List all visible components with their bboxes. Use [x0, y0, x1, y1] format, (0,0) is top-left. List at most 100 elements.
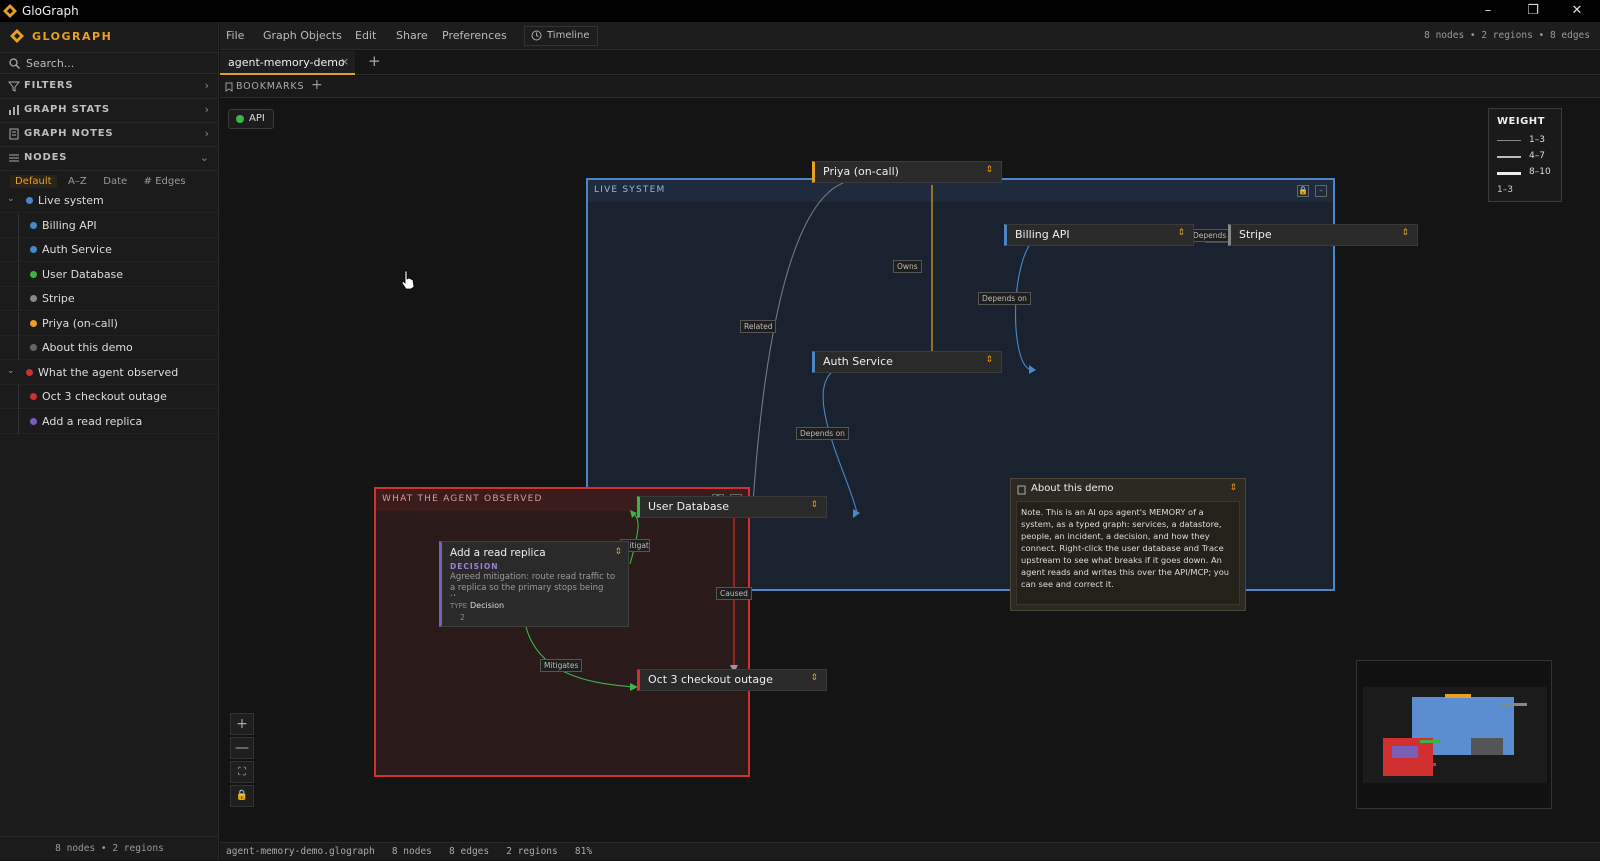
tree-item[interactable]: Auth Service: [0, 238, 219, 262]
node-stripe[interactable]: Stripe ⇕: [1228, 224, 1418, 246]
tree-item[interactable]: Oct 3 checkout outage: [0, 385, 219, 409]
pin-icon[interactable]: ⇕: [1177, 228, 1185, 238]
color-dot-icon: [30, 344, 37, 351]
legend-line: [1497, 140, 1521, 141]
menu-preferences[interactable]: Preferences: [442, 29, 507, 42]
card-body: Agreed mitigation: route read traffic to…: [450, 572, 616, 596]
new-tab-button[interactable]: +: [368, 52, 381, 70]
minimize-button[interactable]: –: [1473, 2, 1503, 20]
pin-icon[interactable]: ⇕: [1229, 483, 1237, 493]
section-nodes[interactable]: NODES ⌄: [0, 147, 219, 171]
section-graph-notes[interactable]: GRAPH NOTES ›: [0, 123, 219, 147]
note-icon: [1017, 485, 1026, 495]
zoom-out-button[interactable]: —: [230, 737, 254, 759]
legend-row-label: 8–10: [1529, 167, 1551, 177]
pin-icon[interactable]: ⇕: [985, 355, 993, 365]
sort-default[interactable]: Default: [10, 175, 57, 188]
tree-item[interactable]: User Database: [0, 262, 219, 287]
close-window-button[interactable]: ✕: [1562, 2, 1592, 20]
restore-button[interactable]: ❐: [1518, 2, 1548, 20]
hand-cursor-icon: [401, 270, 415, 290]
status-text: agent-memory-demo.glograph 8 nodes 8 edg…: [226, 846, 593, 857]
fit-view-button[interactable]: ⛶: [230, 761, 254, 783]
pin-icon[interactable]: ⇕: [614, 547, 622, 557]
note-card-about-demo[interactable]: About this demo ⇕ Note. This is an AI op…: [1010, 478, 1246, 611]
node-priya[interactable]: Priya (on-call) ⇕: [812, 161, 1002, 183]
chevron-down-icon[interactable]: ⌄: [7, 194, 15, 204]
pin-icon[interactable]: ⇕: [810, 500, 818, 510]
legend-footer: 1–3: [1497, 185, 1513, 195]
chevron-right-icon: ›: [204, 103, 209, 116]
bar-chart-icon: [9, 105, 19, 115]
legend-line: [1497, 156, 1521, 158]
node-auth-service[interactable]: Auth Service ⇕: [812, 351, 1002, 373]
arrow-icon: [1029, 365, 1036, 374]
color-dot-icon: [30, 246, 37, 253]
tree-item[interactable]: ⌄ What the agent observed: [0, 361, 219, 385]
tree-item[interactable]: ⌄ Live system: [0, 189, 219, 213]
tree-item-label: Priya (on-call): [42, 316, 118, 330]
decision-card[interactable]: Add a read replica ⇕ DECISION Agreed mit…: [439, 541, 629, 627]
tree-item[interactable]: Stripe: [0, 287, 219, 311]
sidebar-footer: 8 nodes • 2 regions: [0, 836, 219, 860]
pin-icon[interactable]: ⇕: [1401, 228, 1409, 238]
lock-canvas-button[interactable]: 🔒: [230, 785, 254, 807]
legend-row: 1–3: [1497, 135, 1559, 147]
pin-icon[interactable]: ⇕: [985, 165, 993, 175]
minimap[interactable]: [1356, 660, 1552, 809]
bookmarks-label: BOOKMARKS: [236, 81, 305, 92]
tree-item[interactable]: Add a read replica: [0, 409, 219, 434]
app-logo-icon: [3, 4, 17, 18]
zoom-in-button[interactable]: +: [230, 713, 254, 735]
tree-item[interactable]: Priya (on-call): [0, 311, 219, 336]
edge-label-owns[interactable]: Owns: [893, 260, 922, 273]
search-box[interactable]: Search...: [0, 52, 219, 74]
card-type-value: Decision: [470, 601, 505, 610]
sort-az[interactable]: A–Z: [63, 175, 92, 188]
node-oct3-outage[interactable]: Oct 3 checkout outage ⇕: [637, 669, 827, 691]
search-input[interactable]: Search...: [26, 57, 74, 70]
tab-close-icon[interactable]: ×: [340, 55, 349, 68]
note-title: About this demo: [1031, 483, 1114, 494]
brand-logo-icon: [10, 29, 24, 43]
tree-item-label: Stripe: [42, 292, 75, 305]
edge-label-mitigates[interactable]: Mitigates: [540, 659, 583, 672]
edge-label-depends-on[interactable]: Depends on: [1190, 229, 1230, 242]
sort-options: Default A–Z Date # Edges: [10, 174, 194, 188]
menu-bar: File Graph Objects Edit Share Preference…: [220, 22, 1600, 50]
chevron-down-icon[interactable]: ⌄: [7, 366, 15, 376]
tree-item[interactable]: Billing API: [0, 213, 219, 238]
sort-edges[interactable]: # Edges: [139, 175, 191, 188]
edge-related[interactable]: [752, 182, 844, 505]
graph-canvas[interactable]: API LIVE SYSTEM 🔒 – WHAT THE AGENT OBSER…: [220, 99, 1600, 841]
node-user-database[interactable]: User Database ⇕: [637, 496, 827, 518]
window-title: GloGraph: [22, 4, 79, 18]
menu-share[interactable]: Share: [396, 29, 428, 42]
section-graph-stats[interactable]: GRAPH STATS ›: [0, 99, 219, 123]
section-filters[interactable]: FILTERS ›: [0, 75, 219, 99]
tab-label: agent-memory-demo: [228, 56, 345, 69]
pin-icon[interactable]: ⇕: [810, 673, 818, 683]
tab-agent-memory-demo[interactable]: agent-memory-demo ×: [220, 51, 355, 75]
color-dot-icon: [30, 221, 37, 229]
edge-label-related[interactable]: Related: [740, 320, 777, 333]
edge-label-caused[interactable]: Caused: [716, 587, 752, 600]
edge-mitigates-outage[interactable]: [525, 626, 635, 688]
edge-label-depends-on[interactable]: Depends on: [978, 292, 1031, 305]
card-title: Add a read replica: [450, 547, 546, 559]
sort-date[interactable]: Date: [98, 175, 132, 188]
card-type-key: TYPE: [450, 602, 468, 610]
node-billing-api[interactable]: Billing API ⇕: [1004, 224, 1194, 246]
add-bookmark-button[interactable]: +: [311, 77, 323, 93]
tree-item[interactable]: About this demo: [0, 336, 219, 360]
color-dot-icon: [30, 270, 37, 278]
menu-graph-objects[interactable]: Graph Objects: [263, 29, 342, 42]
edge-depends-auth-db[interactable]: [822, 368, 858, 514]
list-icon: [9, 154, 19, 162]
edge-label-depends-on[interactable]: Depends on: [796, 427, 849, 440]
menu-edit[interactable]: Edit: [355, 29, 376, 42]
menu-file[interactable]: File: [226, 29, 244, 42]
timeline-button[interactable]: Timeline: [524, 26, 598, 46]
bookmark-icon: [225, 82, 233, 92]
minimap-render: [1363, 687, 1547, 783]
